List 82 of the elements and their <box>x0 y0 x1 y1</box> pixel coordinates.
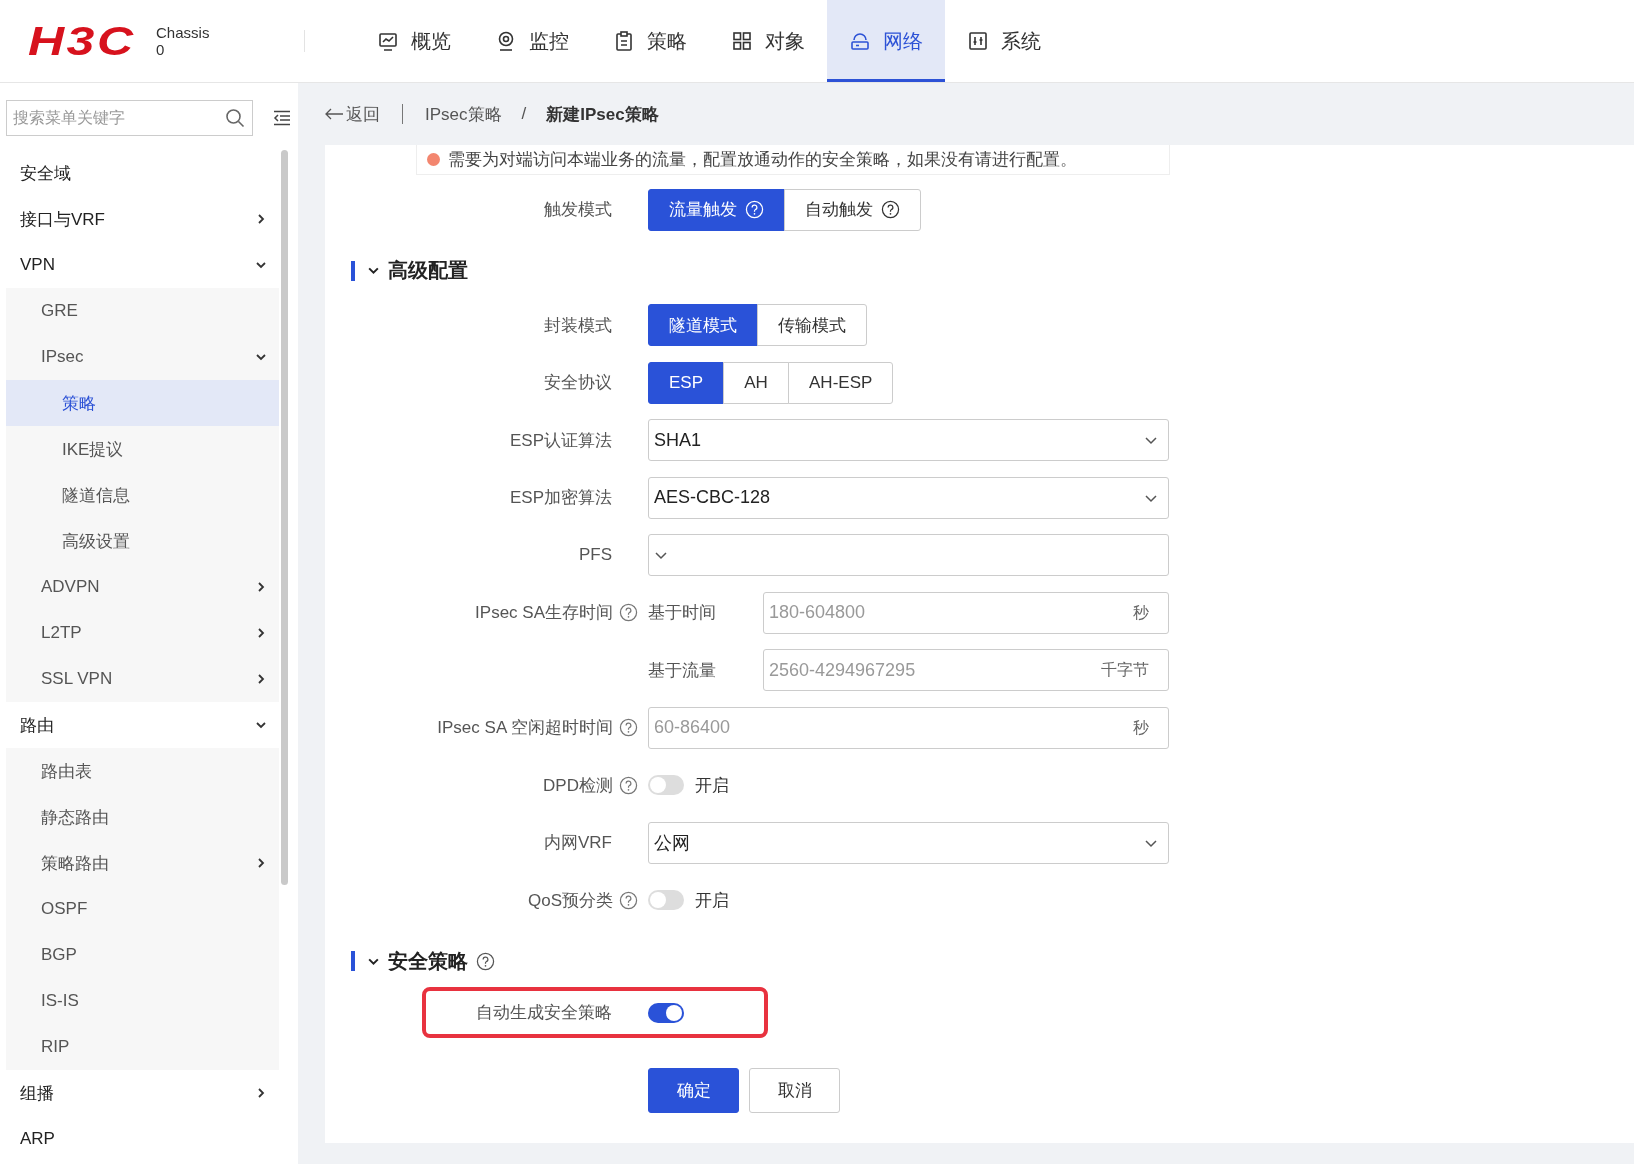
field-label: 安全协议 <box>544 372 612 395</box>
field-label: 内网VRF <box>544 832 612 855</box>
cancel-button[interactable]: 取消 <box>749 1068 840 1113</box>
menu-item[interactable]: IPsec <box>6 334 279 380</box>
input-prefix-label: 基于时间 <box>648 602 717 625</box>
nav-tab[interactable]: 对象 <box>709 0 827 82</box>
select-field[interactable]: 公网 <box>648 821 1169 864</box>
back-link[interactable]: 返回 <box>324 102 380 126</box>
arrow-left-icon <box>324 108 344 120</box>
menu-item[interactable]: 高级设置 <box>6 518 279 564</box>
switch-label: 开启 <box>695 774 729 797</box>
menu-item[interactable]: SSL VPN <box>6 656 279 702</box>
nav-icon <box>967 30 989 52</box>
menu-item[interactable]: 路由表 <box>6 748 279 794</box>
section-marker <box>351 260 355 281</box>
segment-option[interactable]: 流量触发 <box>648 188 785 231</box>
breadcrumb-item: 新建IPsec策略 <box>546 103 659 126</box>
notice-text: 需要为对端访问本端业务的流量，配置放通动作的安全策略，如果没有请进行配置。 <box>448 148 1077 170</box>
segment-option[interactable]: 自动触发 <box>784 188 921 231</box>
unit-label: 秒 <box>1133 717 1149 738</box>
breadcrumb-item[interactable]: IPsec策略 <box>425 102 502 126</box>
section-title: 高级配置 <box>388 258 468 283</box>
segment-option[interactable]: AH-ESP <box>788 361 894 404</box>
input-prefix-label: 基于流量 <box>648 659 717 682</box>
segment-option[interactable]: AH <box>723 361 790 404</box>
field-label: 触发模式 <box>544 199 612 222</box>
select-field[interactable]: SHA1 <box>648 419 1169 462</box>
unit-label: 秒 <box>1133 602 1149 623</box>
menu-item[interactable]: ADVPN <box>6 564 279 610</box>
segment-option[interactable]: 隧道模式 <box>648 304 758 347</box>
segment-option[interactable]: ESP <box>648 361 725 404</box>
collapse-menu-icon[interactable] <box>273 110 291 126</box>
menu-item[interactable]: 隧道信息 <box>6 472 279 518</box>
chassis-label: Chassis <box>156 24 210 41</box>
logo: H3C <box>28 18 136 64</box>
field-label: DPD检测 <box>543 774 613 797</box>
toggle-switch[interactable] <box>648 890 684 911</box>
nav-tab[interactable]: 监控 <box>473 0 591 82</box>
nav-tab[interactable]: 策略 <box>591 0 709 82</box>
breadcrumb-separator: / <box>521 104 527 124</box>
menu-item[interactable]: 策略路由 <box>6 840 279 886</box>
nav-icon <box>377 30 399 52</box>
menu-item[interactable]: 策略 <box>6 380 279 426</box>
select-field[interactable]: AES-CBC-128 <box>648 476 1169 519</box>
toggle-switch[interactable] <box>648 775 684 796</box>
chassis-value: 0 <box>156 41 166 58</box>
nav-tab[interactable]: 系统 <box>945 0 1063 82</box>
search-icon <box>225 108 245 128</box>
switch-label: 开启 <box>695 889 729 912</box>
segment-option[interactable]: 传输模式 <box>757 304 867 347</box>
menu-item[interactable]: GRE <box>6 288 279 334</box>
menu-item[interactable]: 静态路由 <box>6 794 279 840</box>
confirm-button[interactable]: 确定 <box>648 1068 739 1113</box>
section-marker <box>351 951 355 971</box>
section-title: 安全策略 <box>388 948 468 974</box>
help-icon[interactable] <box>476 951 495 971</box>
nav-icon <box>613 30 635 52</box>
field-label: IPsec SA 空闲超时时间 <box>437 717 613 740</box>
toggle-switch[interactable] <box>648 1002 684 1023</box>
field-label: 自动生成安全策略 <box>476 1002 612 1024</box>
menu-item[interactable]: RIP <box>6 1024 279 1070</box>
field-label: IPsec SA生存时间 <box>475 602 613 625</box>
nav-icon <box>849 30 871 52</box>
field-label: ESP加密算法 <box>509 487 612 510</box>
menu-item[interactable]: L2TP <box>6 610 279 656</box>
unit-label: 千字节 <box>1101 660 1149 681</box>
select-field[interactable] <box>648 534 1169 577</box>
menu-item[interactable]: IS-IS <box>6 978 279 1024</box>
menu-item[interactable]: IKE提议 <box>6 426 279 472</box>
nav-tab[interactable]: 概览 <box>355 0 473 82</box>
field-label: ESP认证算法 <box>509 429 612 452</box>
field-label: PFS <box>578 545 612 566</box>
nav-tab[interactable]: 网络 <box>827 0 945 82</box>
help-icon[interactable] <box>881 200 900 220</box>
menu-item[interactable]: BGP <box>6 932 279 978</box>
scrollbar[interactable] <box>281 150 288 885</box>
search-field[interactable]: 搜索菜单关键字 <box>6 100 253 136</box>
alert-dot-icon <box>427 153 440 166</box>
field-label: QoS预分类 <box>527 889 613 912</box>
field-label: 封装模式 <box>544 314 612 337</box>
menu-item[interactable]: OSPF <box>6 886 279 932</box>
nav-icon <box>731 30 753 52</box>
